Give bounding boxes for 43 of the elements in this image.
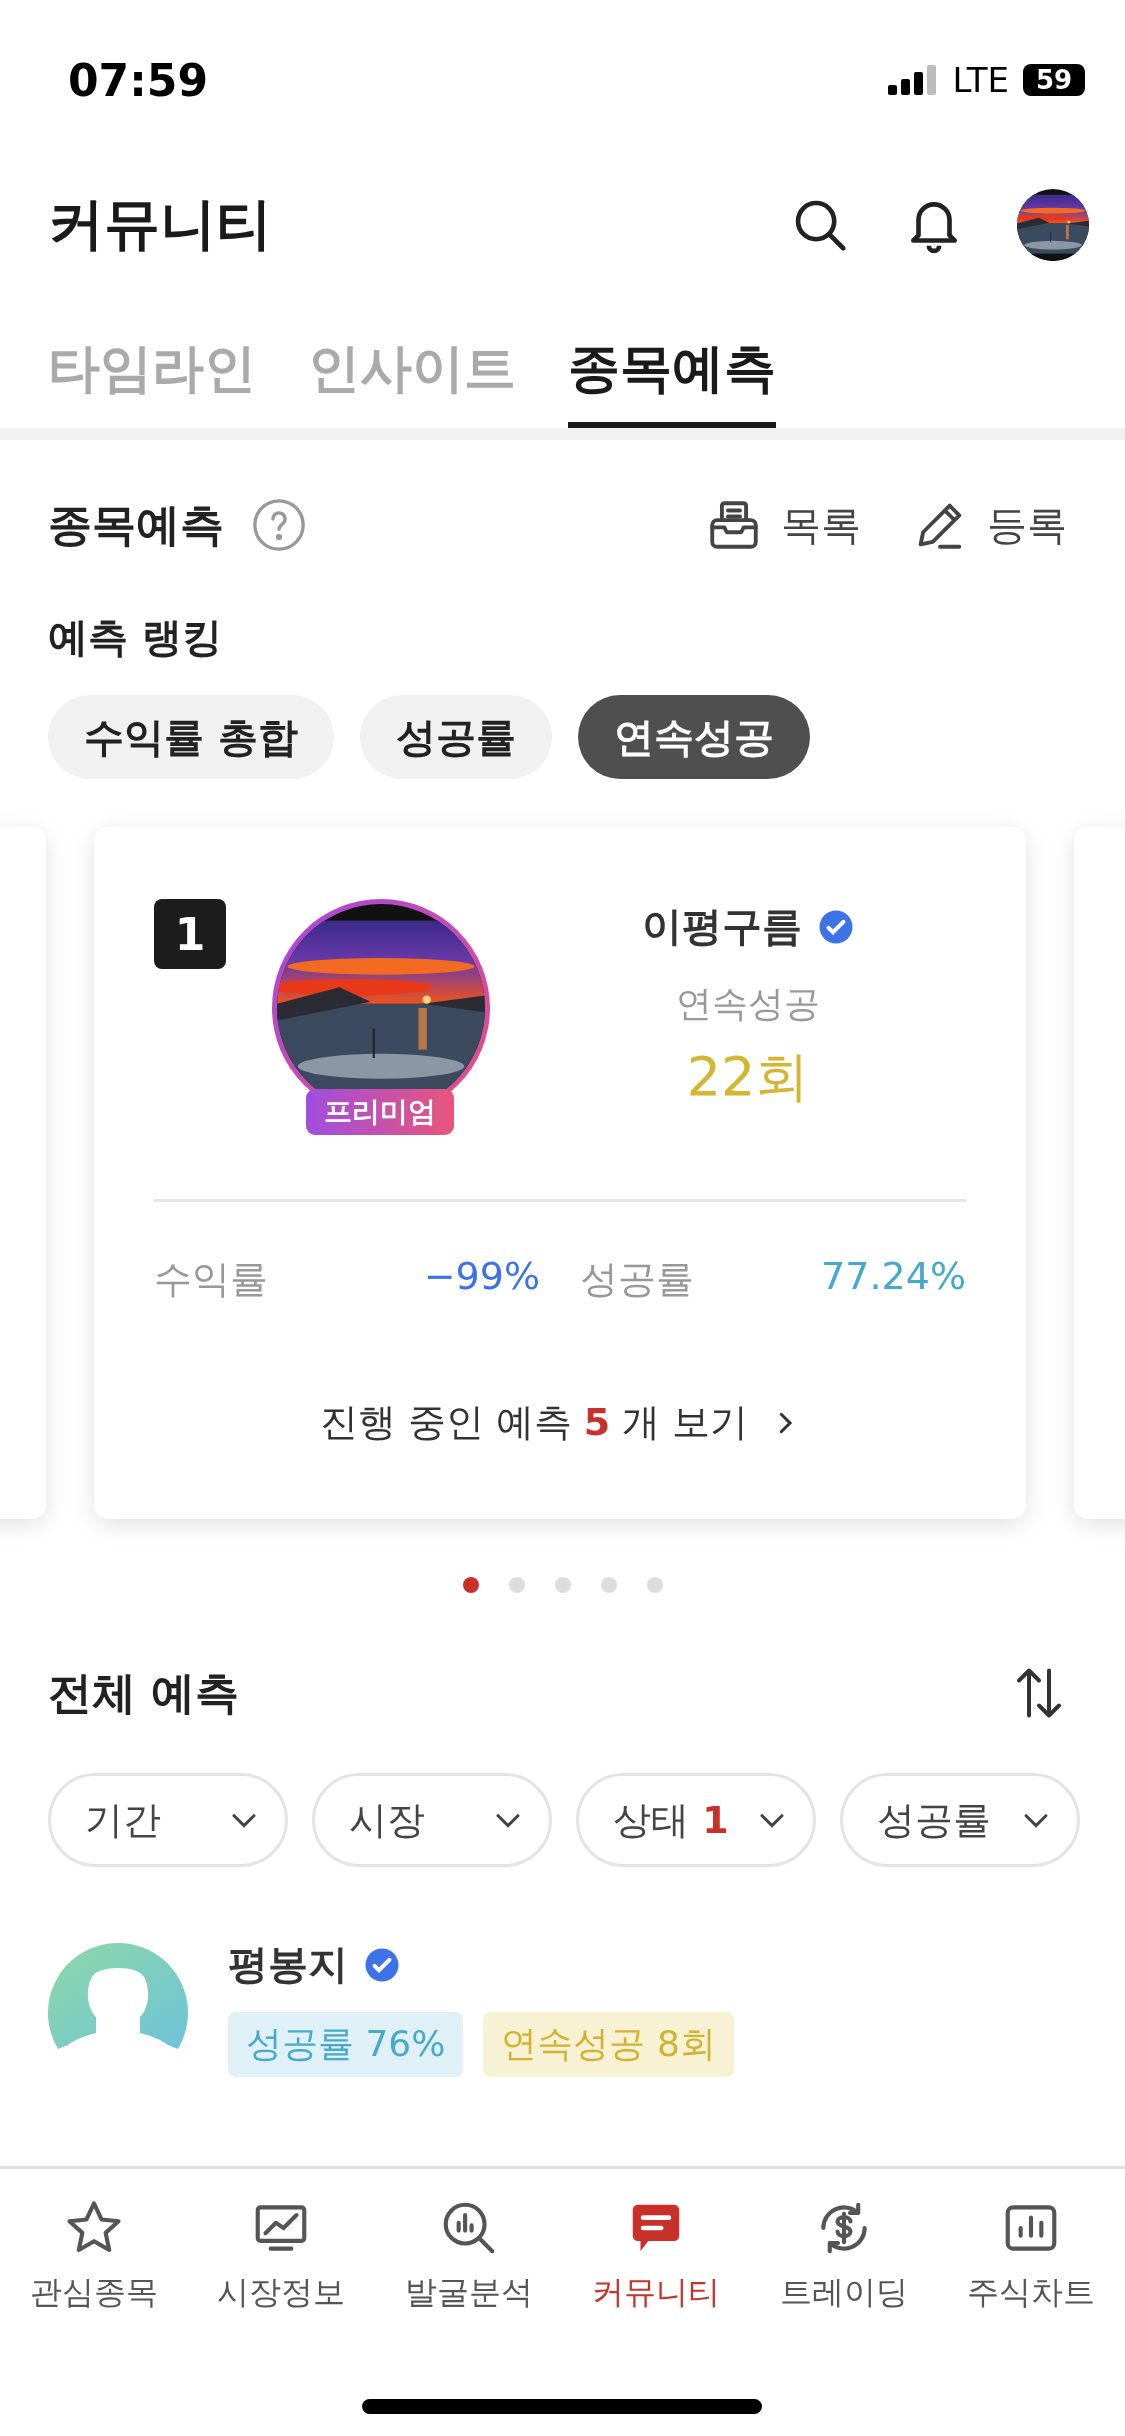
view-predictions-link[interactable]: 진행 중인 예측 5 개 보기 [319, 1397, 801, 1448]
nav-item[interactable]: 커뮤니티 [562, 2197, 750, 2315]
metric-label: 연속성공 [676, 982, 820, 1026]
stat-value: −99% [423, 1254, 540, 1300]
rank-badge: 1 [154, 899, 226, 969]
nav-item[interactable]: 주식차트 [937, 2197, 1125, 2315]
filter-dropdown[interactable]: 시장 [312, 1773, 552, 1867]
page-dot[interactable] [554, 1577, 571, 1593]
filter-dropdown[interactable]: 상태 1 [576, 1773, 816, 1867]
nav-item[interactable]: 관심종목 [0, 2197, 188, 2315]
tab[interactable]: 종목예측 [568, 334, 776, 428]
ranking-title: 예측 랭킹 [47, 613, 223, 662]
stat-tag: 연속성공 8회 [483, 2012, 734, 2077]
action-button[interactable]: 목록 [705, 496, 861, 554]
stat-label: 성공률 [580, 1256, 694, 1303]
filter-chip[interactable]: 연속성공 [577, 695, 810, 779]
filter-dropdown[interactable]: 성공률 [840, 1773, 1080, 1867]
network-label: LTE [952, 60, 1009, 100]
premium-badge: 프리미엄 [306, 1089, 454, 1135]
nav-item[interactable]: 트레이딩 [750, 2197, 938, 2315]
help-icon[interactable] [250, 496, 308, 554]
stat-label: 수익률 [154, 1256, 268, 1303]
nav-item[interactable]: 발굴분석 [375, 2197, 563, 2315]
status-time: 07:59 [68, 54, 209, 106]
user-name: 평봉지 [228, 1940, 348, 1989]
section-title: 종목예측 [48, 497, 224, 552]
page-dot[interactable] [508, 1577, 525, 1593]
filter-chip[interactable]: 수익률 총합 [48, 695, 334, 779]
page-dot[interactable] [600, 1577, 617, 1593]
filter-dropdown[interactable]: 기간 [48, 1773, 288, 1867]
nav-item[interactable]: 시장정보 [187, 2197, 375, 2315]
filter-chip[interactable]: 성공률 [359, 695, 552, 779]
page-dot[interactable] [646, 1577, 663, 1593]
stat-value: 77.24% [821, 1254, 966, 1300]
signal-icon [888, 65, 939, 95]
stat-tag: 성공률 76% [228, 2012, 464, 2077]
action-button[interactable]: 등록 [911, 496, 1067, 554]
metric-value: 22회 [686, 1044, 810, 1110]
battery-level: 59 [1023, 64, 1085, 96]
page-title: 커뮤니티 [48, 190, 272, 258]
user-name: 이평구름 [642, 902, 802, 951]
section-title: 전체 예측 [48, 1665, 240, 1720]
page-dot[interactable] [462, 1577, 479, 1593]
